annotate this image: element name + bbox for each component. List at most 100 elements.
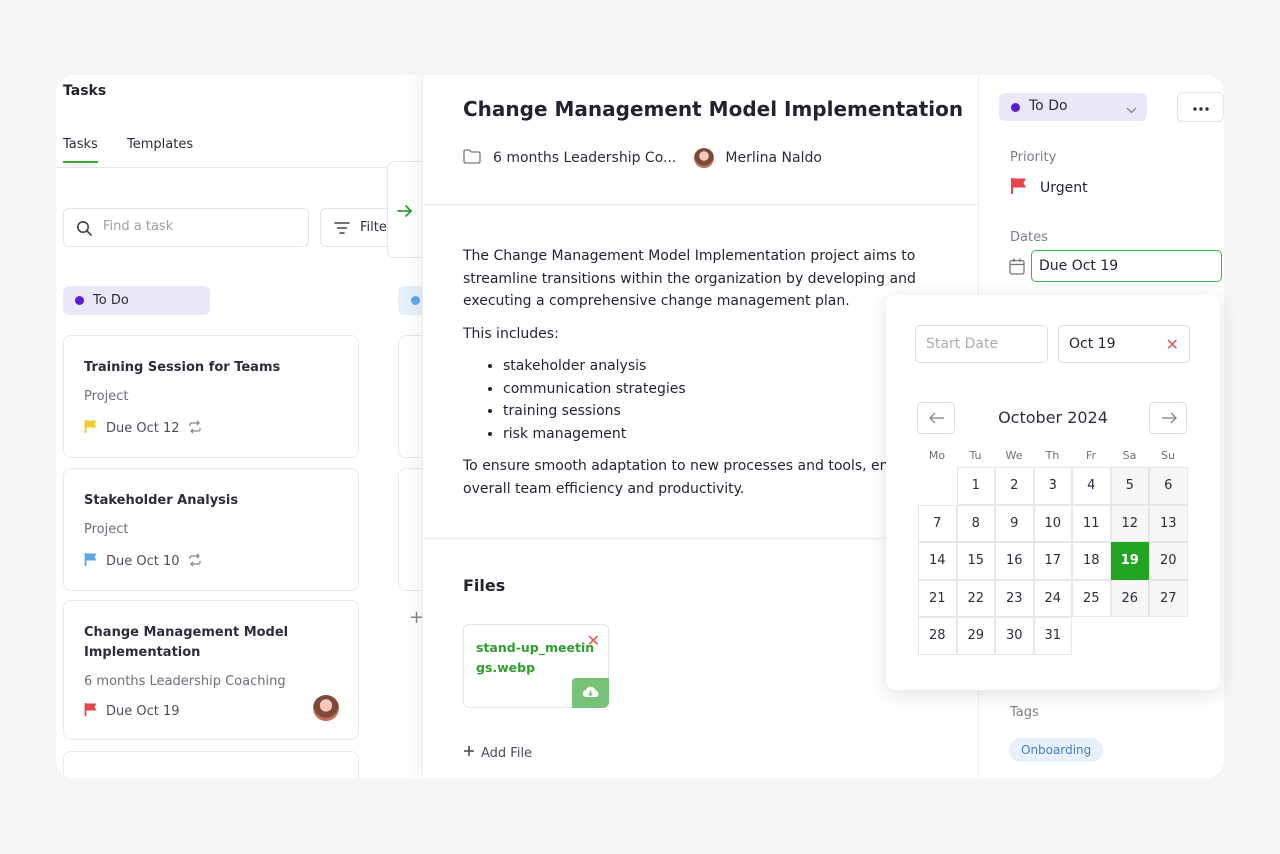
calendar-day[interactable]: 25 xyxy=(1072,579,1111,618)
folder-icon xyxy=(463,148,481,168)
tab-templates[interactable]: Templates xyxy=(127,137,193,152)
repeat-icon xyxy=(188,553,202,571)
task-card[interactable]: Change Management Model Implementation 6… xyxy=(63,600,359,740)
arrow-right-icon xyxy=(397,204,413,222)
task-title[interactable]: Change Management Model Implementation xyxy=(463,97,963,121)
calendar-day[interactable]: 1 xyxy=(956,467,995,505)
task-list-panel: Tasks Tasks Templates Filter To Do Train… xyxy=(56,75,426,778)
more-options-button[interactable] xyxy=(1177,92,1224,122)
weekday-label: Su xyxy=(1161,449,1175,462)
dates-label: Dates xyxy=(1010,230,1048,245)
calendar-day[interactable]: 6 xyxy=(1149,467,1188,505)
calendar-day[interactable]: 5 xyxy=(1110,467,1149,505)
assignee-name[interactable]: Merlina Naldo xyxy=(725,150,822,166)
task-card-due: Due Oct 12 xyxy=(84,419,202,438)
calendar-day[interactable]: 21 xyxy=(918,579,957,618)
weekday-label: Th xyxy=(1045,449,1060,462)
task-card[interactable]: Stakeholder Analysis Project Due Oct 10 xyxy=(63,468,359,591)
repeat-icon xyxy=(188,420,202,438)
flag-icon xyxy=(84,552,98,571)
status-dot xyxy=(75,296,84,305)
project-link[interactable]: 6 months Leadership Co... xyxy=(493,150,676,166)
calendar-day[interactable]: 15 xyxy=(956,542,995,580)
priority-value: Urgent xyxy=(1040,180,1088,196)
calendar-day[interactable]: 26 xyxy=(1110,579,1149,618)
calendar-day[interactable]: 24 xyxy=(1033,579,1072,618)
weekday-label: Sa xyxy=(1122,449,1137,462)
flag-icon xyxy=(1010,177,1028,199)
task-card-title: Change Management Model Implementation xyxy=(84,625,289,660)
due-date-field[interactable]: Due Oct 19 xyxy=(1031,250,1222,282)
add-file-label: Add File xyxy=(481,745,533,761)
calendar-day[interactable]: 29 xyxy=(956,617,995,655)
due-label: Due Oct 12 xyxy=(106,421,180,436)
calendar-day[interactable]: 20 xyxy=(1149,542,1188,580)
task-card-project: 6 months Leadership Coaching xyxy=(84,674,286,689)
column-status-todo: To Do xyxy=(63,286,210,315)
cloud-download-icon xyxy=(582,686,599,698)
task-card-title: Training Session for Teams xyxy=(84,360,281,375)
status-dot xyxy=(1011,103,1020,112)
task-card-due: Due Oct 19 xyxy=(84,702,180,721)
calendar-day[interactable]: 30 xyxy=(995,617,1034,655)
flag-icon xyxy=(84,419,98,438)
divider xyxy=(423,204,980,205)
end-date-value: Oct 19 xyxy=(1069,336,1116,352)
calendar-day[interactable]: 31 xyxy=(1033,617,1072,655)
weekday-label: We xyxy=(1005,449,1023,462)
calendar-day[interactable]: 28 xyxy=(918,617,957,655)
file-name[interactable]: stand-up_meetings.webp xyxy=(476,638,601,678)
end-date-field[interactable]: Oct 19 ✕ xyxy=(1058,325,1190,363)
weekday-label: Mo xyxy=(928,449,946,462)
calendar-day[interactable]: 22 xyxy=(956,579,995,618)
calendar-day[interactable]: 12 xyxy=(1110,504,1149,543)
calendar-icon xyxy=(1009,258,1025,279)
add-file-button[interactable]: Add File xyxy=(463,745,532,761)
task-description[interactable]: The Change Management Model Implementati… xyxy=(463,245,953,510)
calendar-day-selected[interactable]: 19 xyxy=(1110,542,1149,580)
calendar-day[interactable]: 7 xyxy=(918,504,957,543)
tag-chip[interactable]: Onboarding xyxy=(1009,738,1104,762)
calendar-day[interactable]: 10 xyxy=(1033,504,1072,543)
calendar-day[interactable]: 13 xyxy=(1149,504,1188,543)
tab-tasks[interactable]: Tasks xyxy=(63,137,98,163)
filter-icon xyxy=(334,221,350,239)
calendar-day[interactable]: 3 xyxy=(1033,467,1072,505)
assignee-avatar xyxy=(694,148,715,168)
tags-label: Tags xyxy=(1010,705,1039,720)
calendar-day[interactable]: 23 xyxy=(995,579,1034,618)
arrow-right-icon xyxy=(1162,412,1177,424)
priority-selector[interactable]: Urgent xyxy=(1010,177,1088,199)
search-input[interactable] xyxy=(103,219,293,234)
calendar-day[interactable]: 27 xyxy=(1149,579,1188,618)
status-dot xyxy=(411,296,420,305)
calendar-day[interactable]: 9 xyxy=(995,504,1034,543)
calendar-day[interactable]: 4 xyxy=(1072,467,1111,505)
chevron-down-icon xyxy=(1126,102,1137,118)
calendar-day[interactable]: 18 xyxy=(1072,542,1111,580)
more-icon xyxy=(1192,107,1209,111)
calendar-day[interactable]: 14 xyxy=(918,542,957,580)
collapse-panel-button[interactable] xyxy=(387,161,426,258)
calendar-day[interactable]: 17 xyxy=(1033,542,1072,580)
status-value: To Do xyxy=(1029,98,1068,114)
due-label: Due Oct 10 xyxy=(106,554,180,569)
description-intro: The Change Management Model Implementati… xyxy=(463,248,916,309)
file-attachment[interactable]: stand-up_meetings.webp ✕ xyxy=(463,624,609,708)
remove-file-icon[interactable]: ✕ xyxy=(587,631,600,650)
weekday-label: Tu xyxy=(969,449,982,462)
calendar-day[interactable]: 2 xyxy=(995,467,1034,505)
search-box[interactable] xyxy=(63,208,309,247)
task-card[interactable]: Training Session for Teams Project Due O… xyxy=(63,335,359,458)
task-card[interactable] xyxy=(63,751,359,778)
task-card-project: Project xyxy=(84,522,129,537)
calendar-day[interactable]: 8 xyxy=(956,504,995,543)
next-month-button[interactable] xyxy=(1149,402,1187,434)
download-button[interactable] xyxy=(572,678,609,708)
clear-date-icon[interactable]: ✕ xyxy=(1166,335,1179,354)
calendar-day[interactable]: 11 xyxy=(1072,504,1111,543)
calendar-day[interactable]: 16 xyxy=(995,542,1034,580)
start-date-field[interactable]: Start Date xyxy=(915,325,1048,363)
description-includes: This includes: xyxy=(463,325,559,342)
status-dropdown[interactable]: To Do xyxy=(999,93,1147,121)
